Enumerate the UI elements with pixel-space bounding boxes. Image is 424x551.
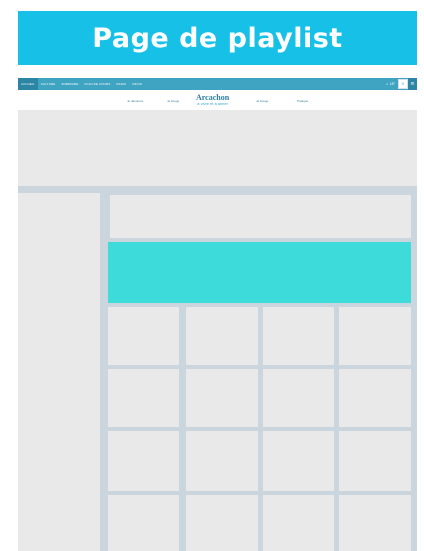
top-navigation-bar: Accueil Culture Sommaire Plan de cours R… bbox=[18, 78, 417, 90]
playlist-item-tile[interactable] bbox=[108, 307, 179, 365]
logo-tagline: à vivre et à aimer bbox=[197, 101, 228, 106]
playlist-item-tile[interactable] bbox=[108, 495, 179, 551]
hero-placeholder bbox=[18, 110, 417, 186]
page-title: Page de playlist bbox=[92, 22, 343, 54]
subnav-item-move-2[interactable]: Je bouge bbox=[256, 99, 268, 103]
weather-indicator: ☼ 18° bbox=[385, 82, 395, 86]
playlist-item-tile[interactable] bbox=[339, 307, 411, 365]
playlist-item-tile[interactable] bbox=[339, 369, 411, 427]
page-title-banner: Page de playlist bbox=[18, 11, 417, 65]
playlist-item-tile[interactable] bbox=[263, 431, 334, 491]
section-divider bbox=[18, 186, 417, 193]
nav-item-info[interactable]: Infos bbox=[129, 82, 145, 86]
playlist-item-tile[interactable] bbox=[108, 431, 179, 491]
playlist-item-tile[interactable] bbox=[186, 369, 258, 427]
nav-item-culture[interactable]: Culture bbox=[38, 82, 59, 86]
playlist-item-tile[interactable] bbox=[186, 431, 258, 491]
subnav-item-practical[interactable]: Pratique bbox=[297, 99, 308, 103]
nav-item-summary[interactable]: Sommaire bbox=[58, 82, 81, 86]
secondary-navigation: Je découvre Je bouge Arcachon à vivre et… bbox=[18, 90, 417, 110]
playlist-item-tile[interactable] bbox=[339, 431, 411, 491]
nav-item-radio[interactable]: Radio bbox=[113, 82, 129, 86]
playlist-item-tile[interactable] bbox=[186, 495, 258, 551]
sidebar-placeholder bbox=[18, 193, 100, 551]
site-logo[interactable]: Arcachon à vivre et à aimer bbox=[196, 93, 229, 106]
playlist-player-placeholder[interactable] bbox=[108, 242, 411, 303]
playlist-title-placeholder bbox=[110, 195, 411, 238]
subnav-item-move[interactable]: Je bouge bbox=[167, 99, 179, 103]
playlist-item-tile[interactable] bbox=[186, 307, 258, 365]
playlist-item-tile[interactable] bbox=[263, 369, 334, 427]
website-mockup: Accueil Culture Sommaire Plan de cours R… bbox=[18, 78, 417, 551]
menu-icon[interactable]: ≡ bbox=[408, 78, 417, 90]
subnav-item-discover[interactable]: Je découvre bbox=[127, 99, 143, 103]
playlist-item-tile[interactable] bbox=[108, 369, 179, 427]
playlist-item-tile[interactable] bbox=[263, 307, 334, 365]
nav-item-home[interactable]: Accueil bbox=[18, 78, 38, 90]
nav-item-courses[interactable]: Plan de cours bbox=[82, 82, 114, 86]
playlist-item-tile[interactable] bbox=[263, 495, 334, 551]
search-icon[interactable]: ⌕ bbox=[398, 79, 408, 89]
playlist-item-tile[interactable] bbox=[339, 495, 411, 551]
